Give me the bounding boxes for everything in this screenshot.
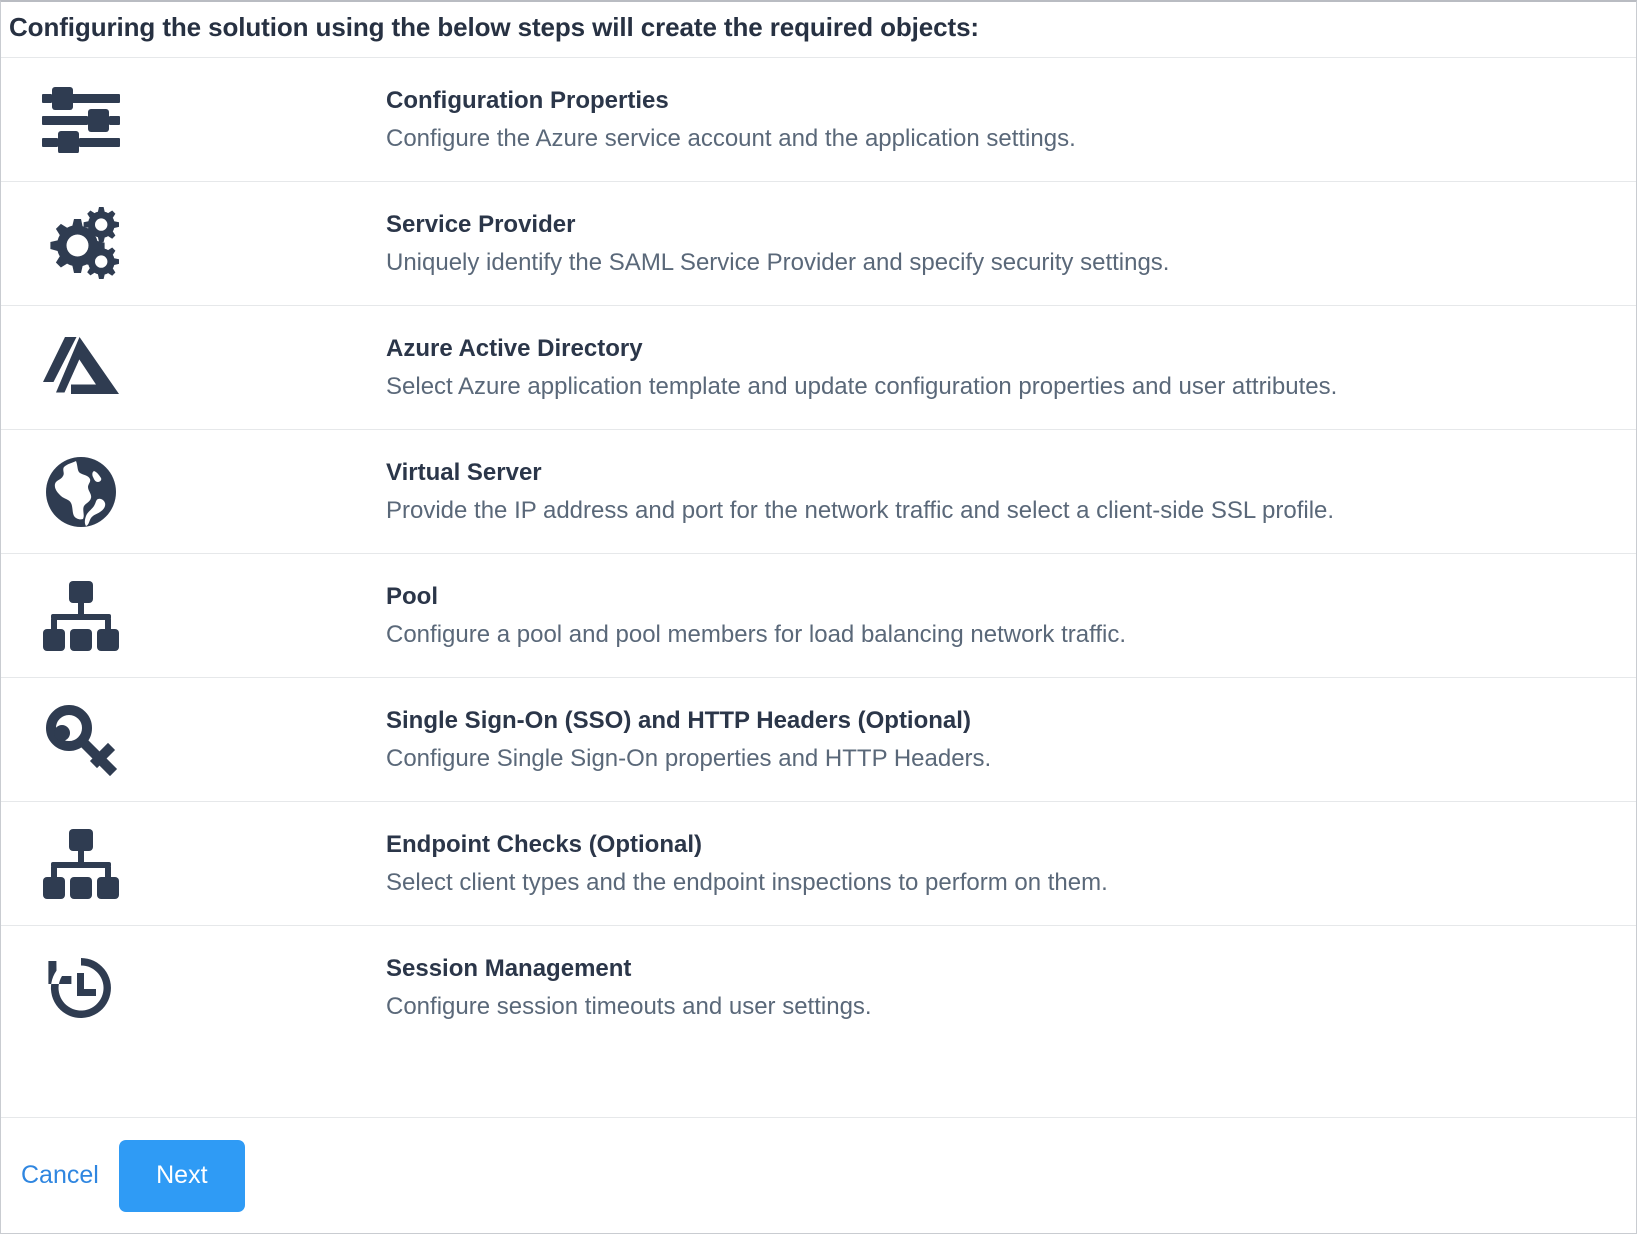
globe-icon bbox=[31, 456, 131, 527]
page-title: Configuring the solution using the below… bbox=[9, 12, 979, 42]
step-row[interactable]: Azure Active Directory Select Azure appl… bbox=[1, 305, 1636, 429]
configuration-wizard-panel: Configuring the solution using the below… bbox=[0, 0, 1637, 1234]
step-description: Uniquely identify the SAML Service Provi… bbox=[386, 249, 1170, 276]
step-row[interactable]: Configuration Properties Configure the A… bbox=[1, 57, 1636, 181]
step-row[interactable]: Endpoint Checks (Optional) Select client… bbox=[1, 801, 1636, 925]
azure-logo-icon bbox=[31, 335, 131, 401]
sitemap-icon bbox=[31, 580, 131, 651]
step-description: Provide the IP address and port for the … bbox=[386, 497, 1335, 524]
step-row[interactable]: Single Sign-On (SSO) and HTTP Headers (O… bbox=[1, 677, 1636, 801]
step-description: Select Azure application template and up… bbox=[386, 373, 1338, 400]
key-icon bbox=[31, 703, 131, 777]
step-description: Configure session timeouts and user sett… bbox=[386, 993, 872, 1020]
step-row[interactable]: Virtual Server Provide the IP address an… bbox=[1, 429, 1636, 553]
step-description: Configure the Azure service account and … bbox=[386, 125, 1076, 152]
step-description: Configure Single Sign-On properties and … bbox=[386, 745, 992, 772]
step-text: Pool Configure a pool and pool members f… bbox=[386, 582, 1636, 648]
step-title: Configuration Properties bbox=[386, 86, 669, 114]
step-row[interactable]: Pool Configure a pool and pool members f… bbox=[1, 553, 1636, 677]
step-text: Single Sign-On (SSO) and HTTP Headers (O… bbox=[386, 706, 1636, 772]
step-text: Configuration Properties Configure the A… bbox=[386, 86, 1636, 152]
gears-icon bbox=[31, 206, 131, 281]
step-text: Session Management Configure session tim… bbox=[386, 954, 1636, 1020]
steps-list: Configuration Properties Configure the A… bbox=[1, 57, 1636, 1117]
step-title: Service Provider bbox=[386, 210, 576, 238]
step-title: Endpoint Checks (Optional) bbox=[386, 830, 702, 858]
wizard-footer: Cancel Next bbox=[1, 1117, 1636, 1233]
step-row[interactable]: Session Management Configure session tim… bbox=[1, 925, 1636, 1049]
cancel-button[interactable]: Cancel bbox=[15, 1163, 119, 1188]
next-button[interactable]: Next bbox=[118, 1139, 245, 1212]
step-description: Configure a pool and pool members for lo… bbox=[386, 621, 1126, 648]
step-title: Session Management bbox=[386, 954, 632, 982]
step-text: Endpoint Checks (Optional) Select client… bbox=[386, 830, 1636, 896]
step-title: Azure Active Directory bbox=[386, 334, 643, 362]
step-description: Select client types and the endpoint ins… bbox=[386, 869, 1108, 896]
step-title: Single Sign-On (SSO) and HTTP Headers (O… bbox=[386, 706, 971, 734]
step-text: Azure Active Directory Select Azure appl… bbox=[386, 334, 1636, 400]
sitemap-icon bbox=[31, 828, 131, 899]
sliders-icon bbox=[31, 86, 131, 153]
history-clock-icon bbox=[31, 952, 131, 1024]
step-row[interactable]: Service Provider Uniquely identify the S… bbox=[1, 181, 1636, 305]
wizard-header: Configuring the solution using the below… bbox=[1, 2, 1636, 57]
step-title: Virtual Server bbox=[386, 458, 542, 486]
step-text: Virtual Server Provide the IP address an… bbox=[386, 458, 1636, 524]
step-title: Pool bbox=[386, 582, 438, 610]
step-text: Service Provider Uniquely identify the S… bbox=[386, 210, 1636, 276]
